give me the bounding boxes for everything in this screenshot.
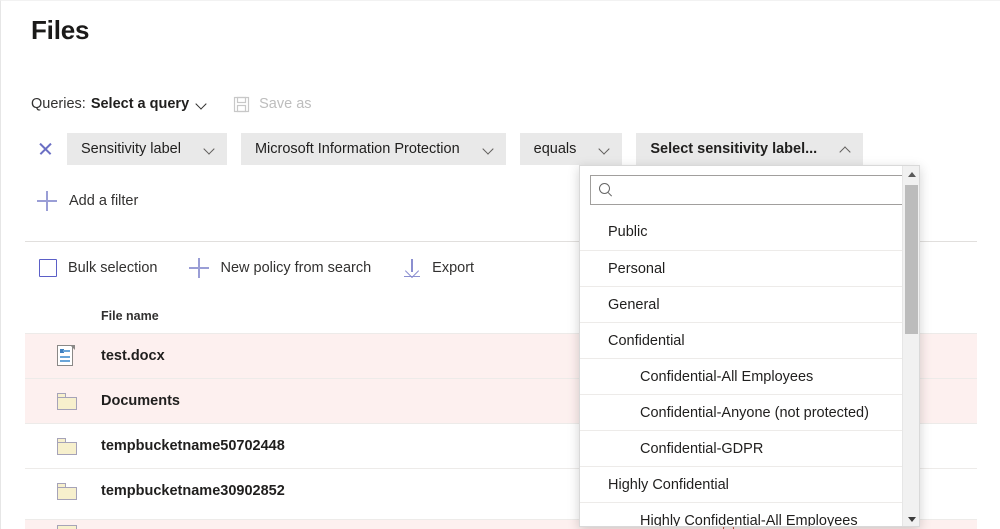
caret-up-icon <box>908 172 916 177</box>
row-icon-cell <box>25 393 101 410</box>
row-icon-cell <box>25 345 101 367</box>
folder-icon <box>57 483 79 500</box>
scroll-up-button[interactable] <box>903 166 920 183</box>
dropdown-option-highly-confidential[interactable]: Highly Confidential <box>580 466 919 502</box>
queries-label: Queries: <box>31 96 86 112</box>
dropdown-option-highly-confidential-all-employees[interactable]: Highly Confidential-All Employees <box>580 502 919 526</box>
dropdown-option-general[interactable]: General <box>580 286 919 322</box>
filter-source-label: Microsoft Information Protection <box>255 141 460 157</box>
filter-row: Sensitivity label Microsoft Information … <box>35 133 877 165</box>
chevron-up-icon <box>840 144 851 155</box>
search-box[interactable] <box>590 175 909 205</box>
file-name-cell: tempbucketname50702448 <box>101 438 285 454</box>
filter-value-dropdown[interactable]: Select sensitivity label... <box>636 133 863 165</box>
chevron-down-icon <box>599 144 610 155</box>
filter-field-label: Sensitivity label <box>81 141 181 157</box>
scroll-down-button[interactable] <box>903 511 920 527</box>
folder-icon <box>57 393 79 410</box>
folder-icon <box>57 525 77 529</box>
plus-icon <box>37 191 57 211</box>
bulk-selection-label: Bulk selection <box>68 260 157 276</box>
sensitivity-label-dropdown: Public Personal General Confidential Con… <box>579 165 920 527</box>
row-icon-cell <box>25 483 101 500</box>
new-policy-label: New policy from search <box>220 260 371 276</box>
save-as-label: Save as <box>259 96 311 112</box>
plus-icon <box>189 258 209 278</box>
dropdown-options-list[interactable]: Public Personal General Confidential Con… <box>580 214 919 526</box>
query-picker-value: Select a query <box>91 96 189 112</box>
filter-operator-label: equals <box>534 141 577 157</box>
row-icon-cell <box>25 438 101 455</box>
dropdown-option-confidential-all-employees[interactable]: Confidential-All Employees <box>580 358 919 394</box>
save-as-button[interactable]: Save as <box>233 96 311 113</box>
search-input[interactable] <box>619 181 900 199</box>
file-name-cell: Documents <box>101 393 180 409</box>
dropdown-option-confidential[interactable]: Confidential <box>580 322 919 358</box>
query-picker[interactable]: Select a query <box>91 96 207 112</box>
chevron-down-icon <box>483 144 494 155</box>
page-title: Files <box>31 15 89 46</box>
export-button[interactable]: Export <box>403 259 474 277</box>
add-filter-button[interactable]: Add a filter <box>37 187 138 215</box>
download-icon <box>403 259 421 277</box>
filter-source-dropdown[interactable]: Microsoft Information Protection <box>241 133 506 165</box>
dropdown-option-confidential-gdpr[interactable]: Confidential-GDPR <box>580 430 919 466</box>
filter-value-label: Select sensitivity label... <box>650 141 817 157</box>
close-icon[interactable] <box>35 138 57 160</box>
file-name-cell: test.docx <box>101 348 165 364</box>
checkbox-icon <box>39 259 57 277</box>
dropdown-search-wrapper <box>580 166 919 214</box>
dropdown-option-personal[interactable]: Personal <box>580 250 919 286</box>
bulk-selection-button[interactable]: Bulk selection <box>39 259 157 277</box>
dropdown-scrollbar[interactable] <box>902 166 919 527</box>
new-policy-button[interactable]: New policy from search <box>189 258 371 278</box>
files-page: Files Queries: Select a query Save as Se… <box>0 0 1000 529</box>
filter-operator-dropdown[interactable]: equals <box>520 133 623 165</box>
caret-down-icon <box>908 517 916 522</box>
dropdown-option-confidential-anyone[interactable]: Confidential-Anyone (not protected) <box>580 394 919 430</box>
add-filter-label: Add a filter <box>69 193 138 209</box>
floppy-disk-icon <box>233 96 250 113</box>
file-name-cell: tempbucketname30902852 <box>101 483 285 499</box>
scrollbar-thumb[interactable] <box>905 185 918 334</box>
chevron-down-icon <box>196 99 207 110</box>
document-icon <box>57 345 75 367</box>
column-header-file-name[interactable]: File name <box>25 309 159 323</box>
filter-field-dropdown[interactable]: Sensitivity label <box>67 133 227 165</box>
folder-icon <box>57 438 79 455</box>
queries-row: Queries: Select a query Save as <box>31 93 312 115</box>
search-icon <box>599 183 613 197</box>
chevron-down-icon <box>204 144 215 155</box>
export-label: Export <box>432 260 474 276</box>
command-bar: Bulk selection New policy from search Ex… <box>39 255 506 281</box>
dropdown-option-public[interactable]: Public <box>580 214 919 250</box>
